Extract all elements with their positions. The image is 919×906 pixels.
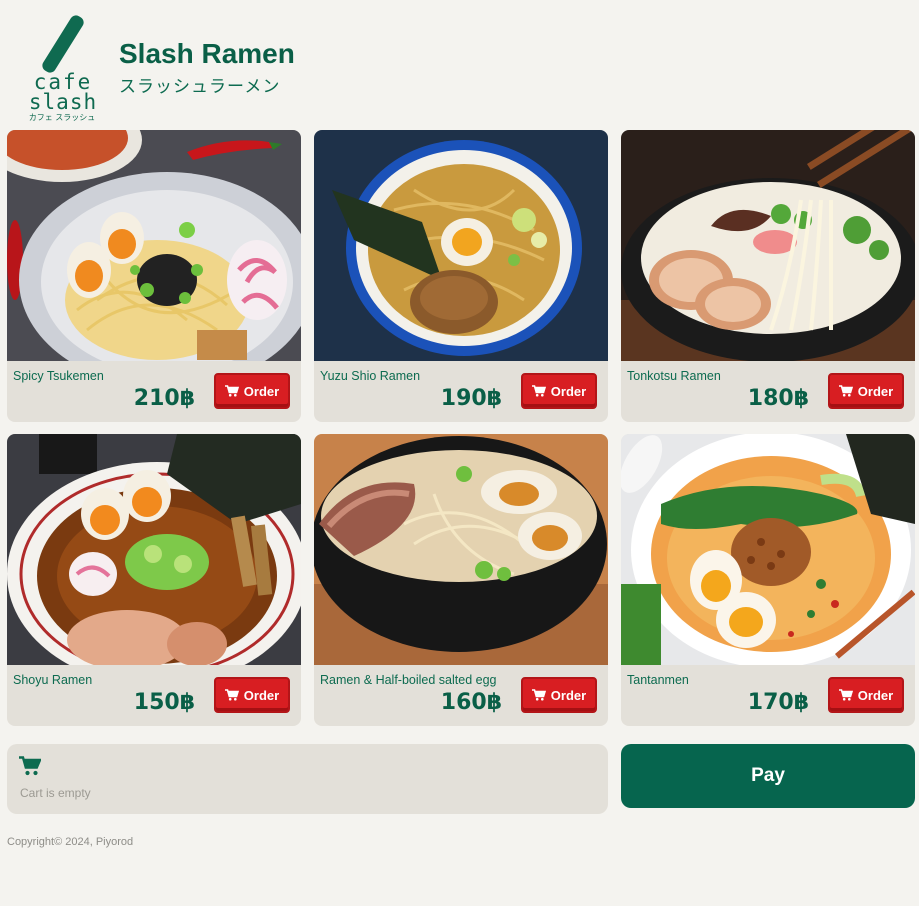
logo-line-katakana: カフェ スラッシュ [28, 113, 96, 122]
menu-item-price: 160฿ [440, 690, 502, 715]
menu-item-name: Shoyu Ramen [13, 673, 93, 687]
cart-icon [838, 385, 853, 397]
menu-item-price: 150฿ [133, 690, 195, 715]
page-subtitle: スラッシュラーメン [119, 77, 281, 97]
order-button[interactable]: Order [214, 677, 290, 713]
cart-icon [838, 689, 853, 701]
cafe-slash-logo: cafe slash カフェ スラッシュ [26, 10, 98, 124]
menu-item-price: 210฿ [133, 386, 195, 411]
ramen-photo-yuzu-shio [314, 130, 608, 361]
order-label: Order [857, 687, 894, 703]
cart-icon [19, 756, 41, 776]
menu-item-name: Ramen & Half-boiled salted egg [320, 673, 497, 687]
menu-card-yuzu-shio-ramen: Yuzu Shio Ramen 190฿ Order [314, 130, 608, 422]
menu-card-ramen-half-boiled-egg: Ramen & Half-boiled salted egg 160฿ Orde… [314, 434, 608, 726]
order-label: Order [550, 383, 587, 399]
logo-slash-mark [40, 13, 86, 75]
pay-button[interactable]: Pay [621, 744, 915, 808]
menu-item-price: 180฿ [747, 386, 809, 411]
menu-item-name: Spicy Tsukemen [13, 369, 104, 383]
order-label: Order [243, 383, 280, 399]
order-button[interactable]: Order [521, 373, 597, 409]
ramen-photo-half-boiled-egg [314, 434, 608, 665]
cart-icon [531, 385, 546, 397]
ramen-photo-spicy-tsukemen [7, 130, 301, 361]
menu-item-name: Yuzu Shio Ramen [320, 369, 421, 383]
menu-card-tonkotsu-ramen: Tonkotsu Ramen 180฿ Order [621, 130, 915, 422]
footer-copyright: Copyright© 2024, Piyorod [7, 836, 134, 848]
order-button[interactable]: Order [214, 373, 290, 409]
menu-card-tantanmen: Tantanmen 170฿ Order [621, 434, 915, 726]
menu-card-shoyu-ramen: Shoyu Ramen 150฿ Order [7, 434, 301, 726]
cart-icon [224, 385, 239, 397]
menu-item-name: Tonkotsu Ramen [627, 369, 721, 383]
logo-line-slash: slash [28, 90, 98, 114]
menu-card-spicy-tsukemen: Spicy Tsukemen 210฿ Order [7, 130, 301, 422]
page-title: Slash Ramen [119, 38, 295, 69]
order-label: Order [243, 687, 280, 703]
ramen-photo-tantanmen [621, 434, 915, 665]
menu-item-name: Tantanmen [627, 673, 689, 687]
order-button[interactable]: Order [828, 677, 904, 713]
menu-item-price: 190฿ [440, 386, 502, 411]
ramen-photo-tonkotsu [621, 130, 915, 361]
menu-item-price: 170฿ [747, 690, 809, 715]
cart-icon [531, 689, 546, 701]
cart-empty-text: Cart is empty [20, 786, 91, 800]
cart-panel: Cart is empty [7, 744, 608, 814]
order-label: Order [550, 687, 587, 703]
order-label: Order [857, 383, 894, 399]
cart-icon [224, 689, 239, 701]
header: cafe slash カフェ スラッシュ Slash Ramen スラッシュラー… [0, 0, 919, 128]
order-button[interactable]: Order [828, 373, 904, 409]
order-button[interactable]: Order [521, 677, 597, 713]
ramen-photo-shoyu [7, 434, 301, 665]
